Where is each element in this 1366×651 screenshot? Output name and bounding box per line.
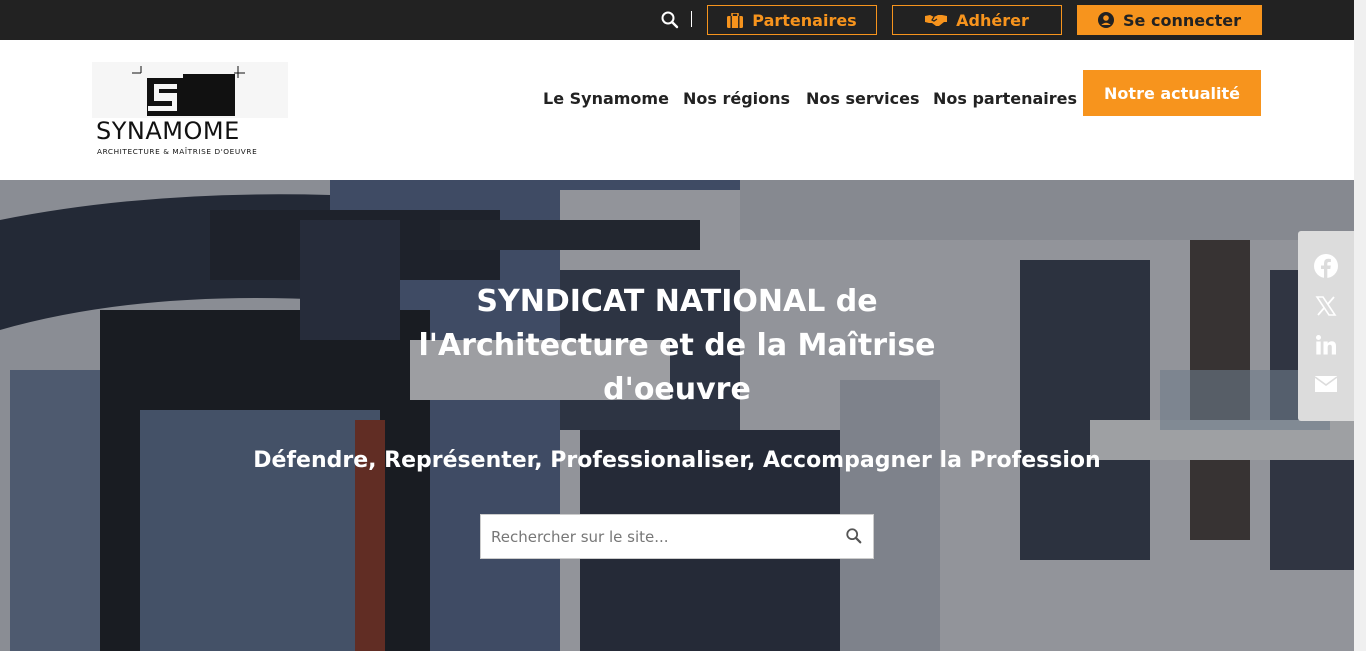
divider — [691, 11, 692, 27]
nav-item-partners[interactable]: Nos partenaires — [933, 89, 1077, 108]
search-input[interactable] — [481, 515, 831, 558]
partners-label: Partenaires — [752, 10, 857, 30]
logo-wordmark: SYNAMOME — [96, 117, 240, 145]
share-sidebar — [1298, 231, 1354, 421]
news-button[interactable]: Notre actualité — [1083, 70, 1261, 116]
facebook-icon[interactable] — [1314, 254, 1338, 278]
logo[interactable]: SYNAMOME ARCHITECTURE & MAÎTRISE D'OEUVR… — [92, 62, 288, 158]
linkedin-icon[interactable] — [1314, 333, 1338, 357]
handshake-icon — [925, 13, 948, 27]
logo-mark — [92, 62, 288, 118]
x-icon[interactable] — [1314, 294, 1338, 318]
nav-item-synamome[interactable]: Le Synamome — [543, 89, 669, 108]
join-button[interactable]: Adhérer — [892, 5, 1062, 35]
briefcase-icon — [727, 12, 744, 28]
nav-item-services[interactable]: Nos services — [806, 89, 920, 108]
nav-item-regions[interactable]: Nos régions — [683, 89, 790, 108]
hero-overlay — [0, 180, 1354, 651]
hero-section: SYNDICAT NATIONAL de l'Architecture et d… — [0, 180, 1354, 651]
search-submit-icon[interactable] — [845, 527, 865, 547]
partners-button[interactable]: Partenaires — [707, 5, 877, 35]
hero-subtitle: Défendre, Représenter, Professionaliser,… — [253, 448, 1101, 473]
logo-tagline: ARCHITECTURE & MAÎTRISE D'OEUVRE — [97, 147, 258, 156]
site-search — [480, 514, 874, 559]
page-scrollbar[interactable] — [1354, 0, 1366, 651]
login-label: Se connecter — [1123, 10, 1241, 30]
user-circle-icon — [1098, 12, 1115, 28]
login-button[interactable]: Se connecter — [1077, 5, 1262, 35]
site-header: SYNAMOME ARCHITECTURE & MAÎTRISE D'OEUVR… — [0, 40, 1354, 180]
join-label: Adhérer — [956, 10, 1029, 30]
top-bar: Partenaires Adhérer Se connecter — [0, 0, 1354, 40]
search-icon[interactable] — [660, 10, 680, 30]
email-icon[interactable] — [1314, 372, 1338, 396]
hero-title: SYNDICAT NATIONAL de l'Architecture et d… — [418, 284, 936, 407]
